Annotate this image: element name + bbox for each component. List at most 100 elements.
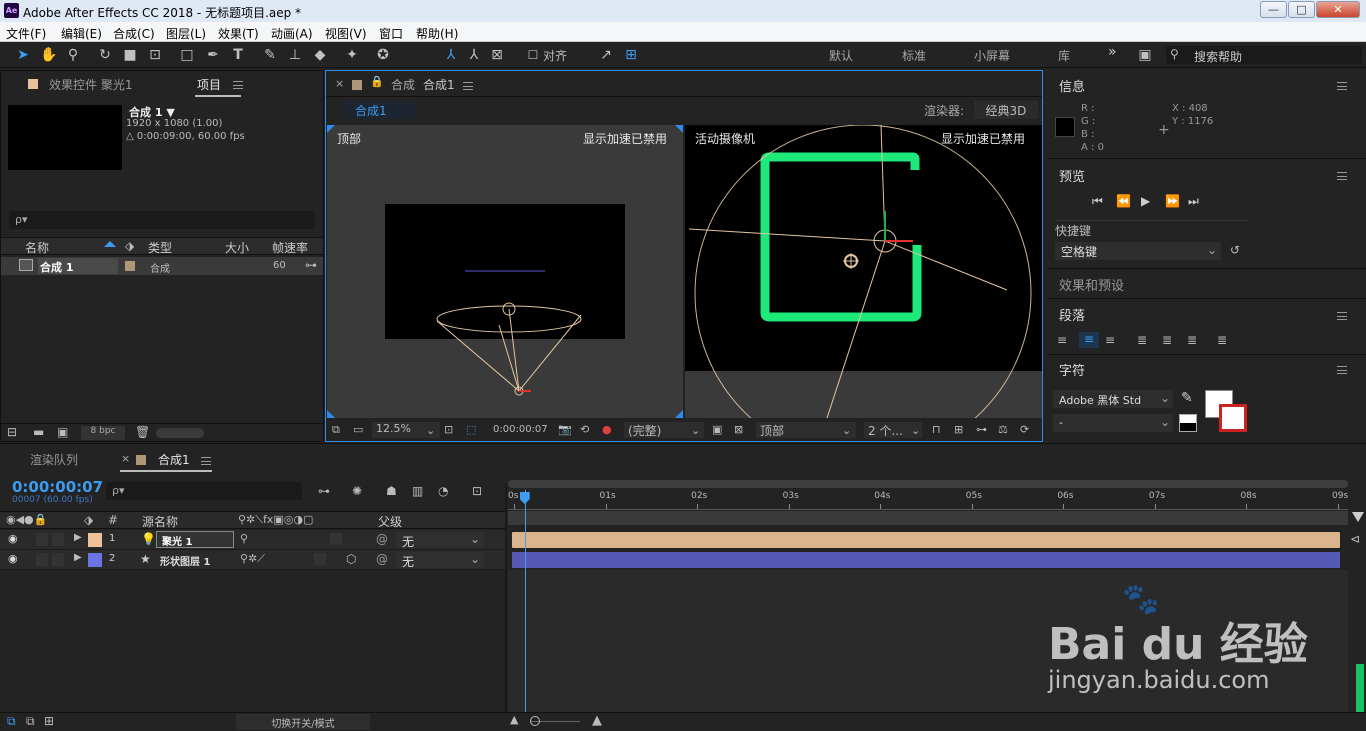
visibility-eye-icon[interactable]: ◉: [8, 552, 18, 565]
comp-tab-label[interactable]: 合成: [391, 76, 415, 93]
menu-edit[interactable]: 编辑(E): [61, 25, 102, 42]
project-item-row[interactable]: 合成 1 合成 60 ⊶: [1, 257, 323, 275]
first-frame-icon[interactable]: ⏮: [1092, 194, 1103, 209]
close-button[interactable]: ✕: [1316, 1, 1360, 18]
frame-blending-icon[interactable]: ▥: [412, 484, 423, 498]
clone-stamp-tool-icon[interactable]: ⊥: [286, 46, 304, 64]
graph-editor-icon[interactable]: ⊡: [472, 484, 482, 498]
layer-1-duration-bar[interactable]: [512, 532, 1340, 548]
project-search-input[interactable]: ρ▾: [9, 211, 315, 229]
justify-right-icon[interactable]: ≣: [1187, 333, 1197, 347]
time-ruler[interactable]: 0s 01s 02s 03s 04s 05s 06s 07s 08s 09s: [508, 490, 1348, 510]
character-menu-icon[interactable]: [1337, 366, 1347, 374]
region-of-interest-icon[interactable]: ⊡: [444, 423, 453, 436]
menu-help[interactable]: 帮助(H): [416, 25, 458, 42]
layer-row-2[interactable]: ◉ ▶ 2 ★ 形状图层 1 ⚲✲⟋ ⬡ @ 无 ⌄: [0, 550, 505, 570]
font-style-select[interactable]: - ⌄: [1053, 414, 1173, 432]
camera-tool-icon[interactable]: ■: [121, 46, 139, 64]
viewport-top[interactable]: 顶部 显示加速已禁用: [327, 125, 683, 418]
view-axis-icon[interactable]: ⊠: [488, 46, 506, 64]
time-navigator[interactable]: [508, 480, 1348, 488]
resolution-dropdown-icon[interactable]: ⌄: [691, 424, 700, 437]
menu-window[interactable]: 窗口: [379, 25, 403, 42]
stroke-color-swatch[interactable]: [1219, 404, 1247, 432]
comp-timecode[interactable]: 0:00:00:07: [493, 424, 548, 435]
align-center-icon[interactable]: ≡: [1079, 332, 1099, 348]
snapshot-icon[interactable]: 📷: [558, 423, 572, 436]
visibility-eye-icon[interactable]: ◉: [8, 532, 18, 545]
menu-animation[interactable]: 动画(A): [271, 25, 313, 42]
new-composition-icon[interactable]: ▣: [57, 425, 68, 439]
menu-layer[interactable]: 图层(L): [166, 25, 206, 42]
zoom-out-icon[interactable]: ▲: [510, 713, 518, 726]
composition-mini-flowchart-icon[interactable]: ⊶: [318, 484, 330, 498]
timeline-menu-icon[interactable]: [201, 457, 211, 465]
pickwhip-icon[interactable]: @: [376, 552, 388, 566]
renderer-select[interactable]: 经典3D: [974, 101, 1038, 119]
hand-tool-icon[interactable]: ✋: [40, 46, 58, 64]
in-out-icon[interactable]: ⊞: [44, 714, 54, 728]
layer-2-label-color[interactable]: [88, 553, 102, 567]
font-family-select[interactable]: Adobe 黑体 Std ⌄: [1053, 390, 1173, 408]
roto-brush-tool-icon[interactable]: ✦: [343, 46, 361, 64]
eyedropper-icon[interactable]: ✎: [1181, 390, 1193, 406]
column-size[interactable]: 大小: [225, 239, 249, 256]
playhead[interactable]: [524, 490, 526, 712]
zoom-in-icon[interactable]: ▲: [592, 713, 602, 728]
tab-timeline-comp[interactable]: 合成1: [158, 451, 190, 468]
work-area-bar[interactable]: [508, 511, 1348, 525]
viewport-active-camera[interactable]: 活动摄像机 显示加速已禁用: [685, 125, 1042, 418]
timeline-search-input[interactable]: ρ▾: [106, 482, 302, 500]
maximize-button[interactable]: □: [1288, 1, 1315, 18]
3d-layer-cube-icon[interactable]: ⬡: [346, 552, 356, 566]
menu-view[interactable]: 视图(V): [325, 25, 367, 42]
close-timeline-tab-icon[interactable]: ×: [121, 452, 130, 465]
layer-1-name[interactable]: 聚光 1: [162, 533, 192, 548]
layer-1-label-color[interactable]: [88, 533, 102, 547]
effects-presets-title[interactable]: 效果和预设: [1059, 275, 1124, 294]
new-folder-icon[interactable]: ▬: [33, 425, 44, 439]
shy-layers-icon[interactable]: ☗: [386, 484, 397, 498]
tab-effect-controls[interactable]: 效果控件 聚光1: [49, 76, 132, 93]
expand-triangle-icon[interactable]: ▶: [74, 552, 82, 563]
workspace-library[interactable]: 库: [1058, 47, 1070, 64]
zoom-slider-thumb[interactable]: [530, 716, 540, 726]
pan-behind-tool-icon[interactable]: ⊡: [146, 46, 164, 64]
timeline-timecode[interactable]: 0:00:00:07: [12, 478, 103, 496]
swap-colors-icon[interactable]: [1179, 414, 1197, 432]
monitor-icon[interactable]: ▭: [353, 423, 363, 436]
comp-breadcrumb[interactable]: 合成1: [345, 101, 415, 119]
prev-frame-icon[interactable]: ⏪: [1116, 194, 1131, 208]
channel-icon[interactable]: ●: [602, 423, 612, 436]
workspace-more-icon[interactable]: »: [1108, 44, 1117, 60]
justify-center-icon[interactable]: ≣: [1162, 333, 1172, 347]
lock-icon[interactable]: 🔒: [370, 75, 384, 88]
shortcut-select[interactable]: 空格键 ⌄: [1055, 242, 1221, 260]
rectangle-tool-icon[interactable]: □: [178, 46, 196, 64]
paragraph-menu-icon[interactable]: [1337, 312, 1347, 320]
bit-depth-button[interactable]: 8 bpc: [81, 426, 125, 440]
close-tab-icon[interactable]: ×: [335, 77, 344, 90]
fit-view-icon[interactable]: ⊞: [954, 423, 963, 436]
align-left-icon[interactable]: ≡: [1057, 333, 1067, 347]
toggle-switches-modes-button[interactable]: 切换开关/模式: [236, 714, 370, 730]
puppet-tool-icon[interactable]: ✪: [374, 46, 392, 64]
menu-effect[interactable]: 效果(T): [218, 25, 259, 42]
view-layout-dropdown-icon[interactable]: ⌄: [911, 424, 920, 437]
comp-tab-name[interactable]: 合成1: [423, 76, 455, 93]
pickwhip-icon[interactable]: @: [376, 532, 388, 546]
selection-tool-icon[interactable]: ➤: [14, 46, 32, 64]
workspace-default[interactable]: 默认: [829, 47, 853, 64]
info-menu-icon[interactable]: [1337, 82, 1347, 90]
shy-switch-icon[interactable]: ⚲: [240, 532, 248, 545]
item-label-color[interactable]: [125, 261, 135, 271]
menu-composition[interactable]: 合成(C): [113, 25, 155, 42]
column-source-name[interactable]: 源名称: [142, 513, 178, 530]
eraser-tool-icon[interactable]: ◆: [311, 46, 329, 64]
delete-icon[interactable]: 🗑: [135, 425, 150, 439]
flowchart-icon[interactable]: ⊶: [305, 258, 317, 272]
show-snapshot-icon[interactable]: ⟲: [580, 423, 589, 436]
justify-left-icon[interactable]: ≣: [1137, 333, 1147, 347]
snap-grid-icon[interactable]: ⊞: [622, 46, 640, 64]
reset-shortcut-icon[interactable]: ↺: [1230, 243, 1240, 257]
